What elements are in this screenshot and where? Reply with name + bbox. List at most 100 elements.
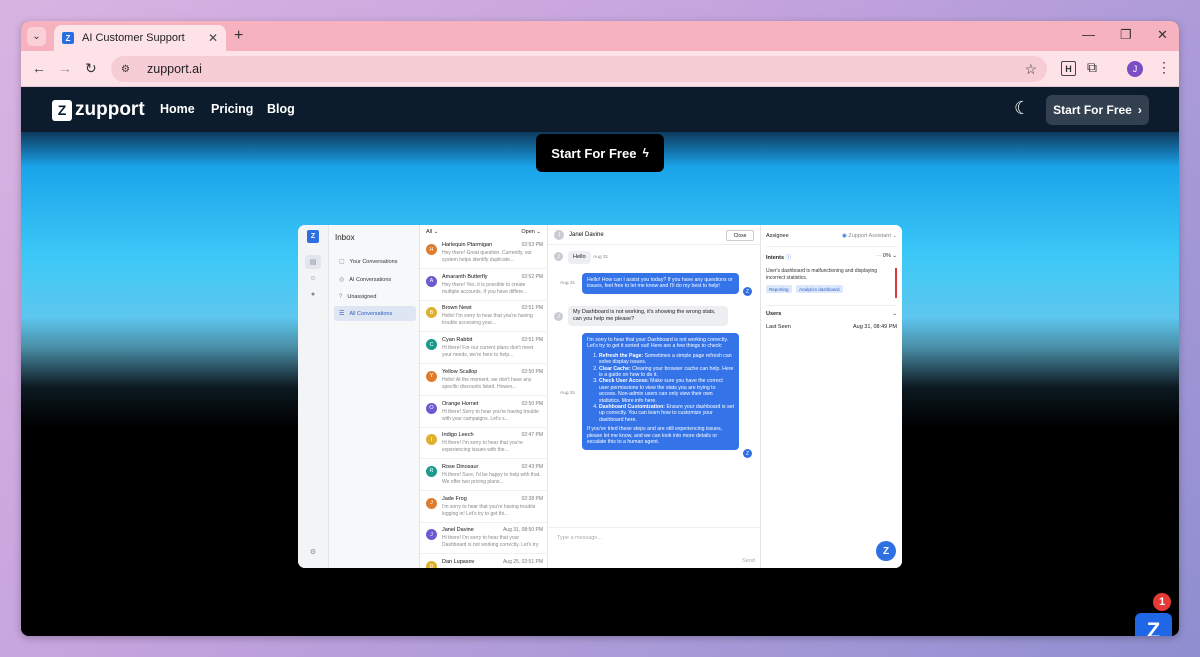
conversation-preview: Hey there! Yes, it is possible to create…: [442, 281, 528, 295]
forward-icon[interactable]: →: [58, 60, 72, 76]
close-conversation-button[interactable]: Close: [726, 230, 754, 241]
back-icon[interactable]: ←: [32, 60, 46, 76]
conversation-avatar: I: [426, 434, 437, 446]
inbox-your-conversations[interactable]: ▢ Your Conversations: [334, 254, 416, 269]
site-info-icon[interactable]: ⚙: [121, 62, 137, 76]
user-avatar: J: [554, 252, 563, 261]
filter-open-dropdown[interactable]: Open ⌄: [521, 229, 541, 235]
conversation-row[interactable]: Y Yellow Scallop 02:50 PM Hello! At the mom…: [420, 365, 548, 396]
inbox-icon[interactable]: ▤: [305, 255, 321, 269]
conversation-row[interactable]: H Harlequin Ptarmigan 02:53 PM Hey there! G…: [420, 238, 548, 269]
tab-close-icon[interactable]: ✕: [208, 31, 218, 45]
window-close-icon[interactable]: ✕: [1157, 27, 1168, 43]
filter-open-label: Open: [521, 229, 535, 235]
chat-header: J Janel Davine Close: [548, 225, 760, 245]
assignee-label: Assignee: [766, 233, 789, 239]
ai-icon: ◎: [339, 277, 345, 283]
conversation-row[interactable]: R Rose Dinosaur 02:43 PM Hi there! Sure, I'…: [420, 460, 548, 491]
reports-icon[interactable]: ●: [305, 287, 321, 301]
conversation-time: 02:53 PM: [521, 242, 543, 248]
inbox-icon: ▢: [339, 259, 345, 265]
browser-menu-icon[interactable]: ⋮: [1157, 59, 1171, 76]
conversation-row[interactable]: A Amaranth Butterfly 02:52 PM Hey there! Ye…: [420, 270, 548, 301]
bot-reply-outro: If you've tried these steps and are stil…: [587, 426, 723, 446]
info-icon: ⓘ: [785, 255, 792, 261]
conversation-row[interactable]: D Dan Lupasov Aug 25, 02:51 PM: [420, 555, 548, 568]
conversation-avatar: C: [426, 339, 437, 351]
conversation-avatar: J: [426, 529, 437, 541]
intents-percent: 0%: [882, 253, 891, 259]
extension-h-icon[interactable]: H: [1061, 61, 1076, 76]
reload-icon[interactable]: ↻: [85, 60, 97, 77]
bot-avatar-icon: Z: [743, 449, 752, 458]
profile-avatar[interactable]: J: [1127, 61, 1143, 77]
conversation-time: 02:50 PM: [521, 400, 543, 407]
bot-reply-step: Clear Cache: Clearing your browser cache…: [599, 366, 734, 379]
tag-analytics-dashboard[interactable]: Analytics dashboard: [796, 285, 843, 293]
inbox-unassigned[interactable]: ? Unassigned: [334, 289, 416, 304]
tag-reporting[interactable]: Reporting: [766, 285, 792, 293]
message-timestamp: Aug 31: [560, 281, 576, 286]
conversation-avatar: D: [426, 561, 437, 568]
conversation-name: Harlequin Ptarmigan: [442, 242, 493, 248]
question-icon: ?: [339, 293, 343, 300]
assignee-row: Assignee ◉ Zupport Assistant ⌄: [766, 233, 897, 239]
bookmark-star-icon[interactable]: ☆: [1024, 61, 1037, 78]
dark-mode-moon-icon[interactable]: ☾: [1014, 98, 1030, 119]
support-notification-badge: 1: [1153, 593, 1171, 611]
minimize-icon[interactable]: —: [1082, 27, 1095, 42]
conversation-row[interactable]: J Jade Frog 02:38 PM I'm sorry to hear that…: [420, 492, 548, 523]
users-row: Users ⌄: [766, 311, 897, 317]
users-label: Users: [766, 311, 782, 317]
conversation-preview: Hello! At the moment, we don't have any …: [442, 376, 532, 390]
conversation-preview: Hey there! Great question. Currently, ou…: [442, 250, 532, 263]
users-collapse-icon[interactable]: ⌄: [892, 311, 897, 317]
message-timestamp: Aug 31: [593, 255, 609, 260]
conversation-time: 02:47 PM: [521, 432, 543, 439]
chat-panel: J Janel Davine Close J Hello Aug 31 Aug …: [548, 225, 761, 568]
inbox-all-conversations[interactable]: ☰ All Conversations: [334, 306, 416, 321]
app-preview: Z ▤ ☺ ● ⚙ Inbox ▢ Your Conversations ◎ AI …: [298, 225, 902, 568]
site-logo[interactable]: Z zupport: [52, 99, 145, 121]
tab-favicon-icon: Z: [62, 32, 74, 44]
assignee-dropdown[interactable]: ◉ Zupport Assistant ⌄: [842, 233, 897, 239]
last-seen-value: Aug 31, 08:49 PM: [852, 324, 897, 330]
message-composer[interactable]: Type a message... Send: [548, 527, 760, 568]
new-tab-icon[interactable]: +: [234, 27, 243, 45]
filter-all-dropdown[interactable]: All ⌄: [426, 229, 438, 235]
conversation-name: Yellow Scallop: [442, 368, 478, 375]
url-field[interactable]: ⚙ zupport.ai ☆: [111, 56, 1047, 82]
conversation-row[interactable]: C Cyan Rabbit 02:51 PM Hi there! For our cu…: [420, 333, 548, 365]
address-bar: ← → ↻ ⚙ zupport.ai ☆ H ⧉ J ⋮: [21, 51, 1179, 87]
tab-search-icon[interactable]: ⌄: [27, 27, 46, 46]
user-message-dashboard: My Dashboard is not working, it's showin…: [568, 306, 728, 326]
settings-gear-icon[interactable]: ⚙: [305, 545, 321, 559]
intents-row: Intents ⓘ — 0% ⌄: [766, 253, 897, 261]
inbox-item-label: Your Conversations: [349, 258, 398, 265]
nav-pricing-link[interactable]: Pricing: [211, 102, 253, 116]
nav-blog-link[interactable]: Blog: [267, 102, 295, 116]
inbox-ai-conversations[interactable]: ◎ AI Conversations: [334, 272, 416, 287]
conversation-row[interactable]: B Brown Newt 02:51 PM Hello! I'm sorry to h…: [420, 301, 548, 333]
nav-home-link[interactable]: Home: [160, 102, 195, 116]
intents-percent-wrap[interactable]: — 0% ⌄: [876, 253, 897, 261]
lightning-icon: ϟ: [642, 146, 649, 160]
hero-start-free-button[interactable]: Start For Free ϟ: [536, 134, 664, 172]
conversation-row[interactable]: J Janel Davine Aug 31, 08:50 PM Hi there! I…: [420, 523, 548, 555]
browser-tab[interactable]: Z AI Customer Support ✕: [54, 25, 226, 51]
header-start-free-button[interactable]: Start For Free ›: [1046, 95, 1149, 125]
assignee-value: Zupport Assistant: [848, 233, 891, 239]
conversation-time: 02:51 PM: [521, 337, 543, 344]
extensions-puzzle-icon[interactable]: ⧉: [1087, 59, 1097, 76]
intents-label: Intents: [766, 255, 785, 261]
conversation-row[interactable]: O Orange Hornet 02:50 PM Hi there! Sorry to…: [420, 397, 548, 428]
support-widget-button[interactable]: Z: [1135, 613, 1172, 636]
conversation-time: 02:43 PM: [521, 463, 543, 470]
restore-icon[interactable]: ❐: [1120, 27, 1132, 43]
message-input-placeholder[interactable]: Type a message...: [557, 535, 602, 541]
conversation-list: All ⌄ Open ⌄ H Harlequin Ptarmigan 02:53 P…: [420, 225, 548, 568]
users-icon[interactable]: ☺: [305, 271, 321, 285]
conversation-row[interactable]: I Indigo Leech 02:47 PM Hi there! I'm sorry…: [420, 428, 548, 460]
app-chat-launcher-icon[interactable]: Z: [876, 541, 896, 561]
send-button[interactable]: Send: [742, 558, 755, 564]
